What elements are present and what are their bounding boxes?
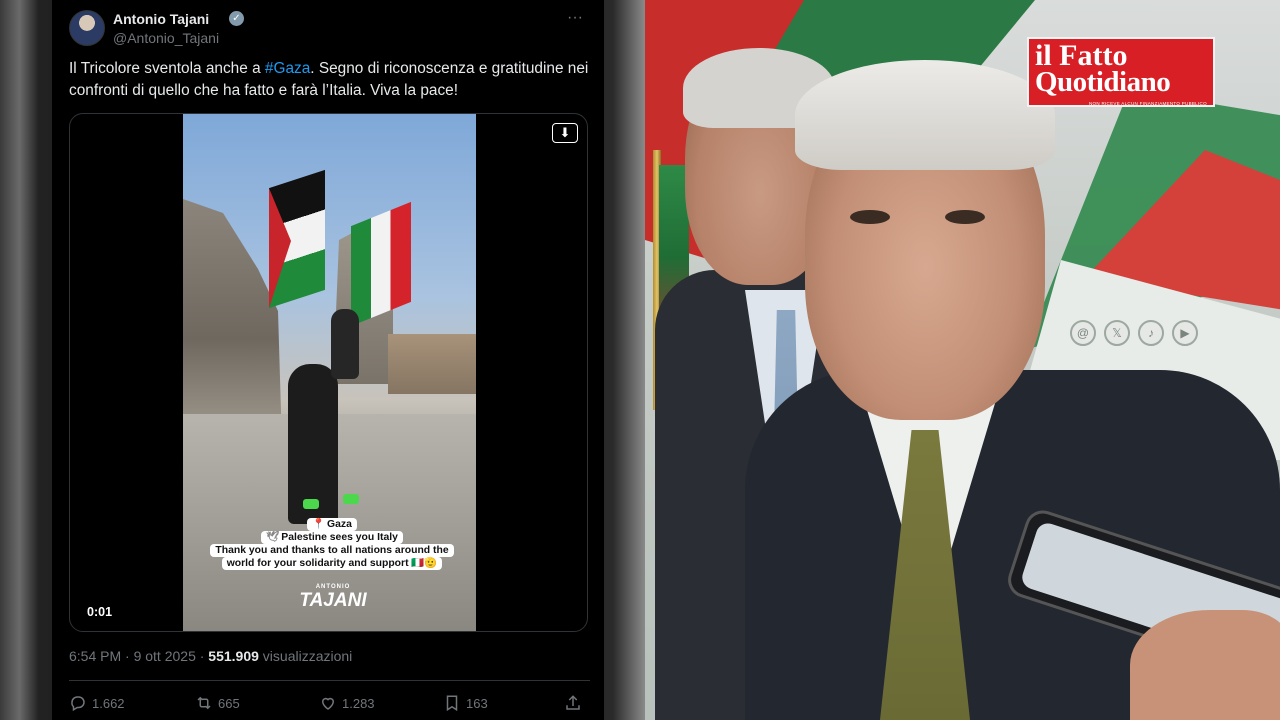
hand: [1130, 610, 1280, 720]
dove-icon: 🕊: [266, 532, 280, 543]
logo-line-2: Quotidiano: [1035, 66, 1171, 98]
logo-tagline: NON RICEVE ALCUN FINANZIAMENTO PUBBLICO: [1089, 101, 1207, 106]
bookmark-button[interactable]: 163: [443, 692, 488, 714]
reply-count: 1.662: [92, 695, 125, 711]
divider: [69, 680, 590, 681]
caption-location: Gaza: [327, 519, 352, 530]
avatar[interactable]: [69, 10, 105, 46]
il-fatto-quotidiano-logo: il Fatto Quotidiano NON RICEVE ALCUN FIN…: [1027, 37, 1215, 107]
shoe: [303, 499, 319, 509]
reply-button[interactable]: 1.662: [69, 692, 125, 714]
hashtag-link[interactable]: #Gaza: [265, 60, 310, 77]
video-frame: Antonio Tajani ✓ @Antonio_Tajani ··· Il …: [0, 0, 1280, 720]
tweet-header: Antonio Tajani ✓ @Antonio_Tajani ···: [69, 10, 590, 50]
tweet-meta: 6:54 PM · 9 ott 2025 · 551.909 visualizz…: [69, 648, 352, 664]
video-caption: 📍 Gaza 🕊 Palestine sees you Italy Thank yo…: [201, 518, 463, 570]
pin-icon: 📍: [312, 519, 326, 530]
rubble-building: [388, 334, 476, 394]
child: [331, 309, 359, 379]
tajani-brand-mark: ANTONIO TAJANI: [293, 584, 373, 614]
palestinian-flag: [269, 169, 325, 309]
caption-line-2-text: Palestine sees you Italy: [281, 532, 398, 543]
bookmark-icon: [446, 695, 458, 712]
download-icon[interactable]: ⬇: [552, 123, 578, 143]
italian-flag: [351, 201, 411, 327]
youtube-icon: ▶: [1172, 320, 1198, 346]
like-icon: [321, 697, 335, 710]
press-photo: @ 𝕏 ♪ ▶ il Fatto Quotidiano NON RICEVE A…: [645, 0, 1280, 720]
verified-icon: ✓: [229, 11, 244, 26]
shoe: [343, 494, 359, 504]
views-label: visualizzazioni: [258, 648, 353, 664]
threads-icon: @: [1070, 320, 1096, 346]
caption-location-line: 📍 Gaza: [307, 518, 357, 531]
tweet-card: Antonio Tajani ✓ @Antonio_Tajani ··· Il …: [52, 0, 604, 720]
eye: [850, 210, 890, 224]
tweet-actions: 1.662 665 1.283 163: [69, 692, 589, 714]
like-button[interactable]: 1.283: [319, 692, 375, 714]
more-icon[interactable]: ···: [564, 10, 586, 28]
tweet-timestamp[interactable]: 6:54 PM · 9 ott 2025 ·: [69, 648, 208, 664]
x-icon: 𝕏: [1104, 320, 1130, 346]
tiktok-icon: ♪: [1138, 320, 1164, 346]
eye: [945, 210, 985, 224]
banner-social-icons: @ 𝕏 ♪ ▶: [1070, 320, 1198, 346]
share-button[interactable]: [564, 692, 582, 714]
views-count: 551.909: [208, 648, 259, 664]
share-icon: [566, 695, 580, 710]
caption-line-3: Thank you and thanks to all nations arou…: [210, 544, 454, 557]
tweet-text: Il Tricolore sventola anche a #Gaza. Seg…: [69, 58, 589, 102]
repost-button[interactable]: 665: [195, 692, 240, 714]
video-player[interactable]: 📍 Gaza 🕊 Palestine sees you Italy Thank yo…: [69, 113, 588, 632]
caption-line-4: world for your solidarity and support 🇮🇹…: [221, 557, 443, 570]
author-handle[interactable]: @Antonio_Tajani: [113, 30, 219, 46]
caption-line-2: 🕊 Palestine sees you Italy: [261, 531, 403, 544]
video-still: 📍 Gaza 🕊 Palestine sees you Italy Thank yo…: [183, 114, 476, 631]
reply-icon: [71, 696, 85, 712]
repost-count: 665: [218, 695, 240, 711]
like-count: 1.283: [342, 695, 375, 711]
author-name[interactable]: Antonio Tajani: [113, 11, 209, 27]
video-time: 0:01: [87, 605, 113, 619]
brand-name: TAJANI: [299, 590, 367, 611]
repost-icon: [197, 696, 211, 710]
bookmark-count: 163: [466, 695, 488, 711]
tweet-text-part1: Il Tricolore sventola anche a: [69, 60, 265, 77]
man-foreground-hair: [795, 60, 1055, 170]
